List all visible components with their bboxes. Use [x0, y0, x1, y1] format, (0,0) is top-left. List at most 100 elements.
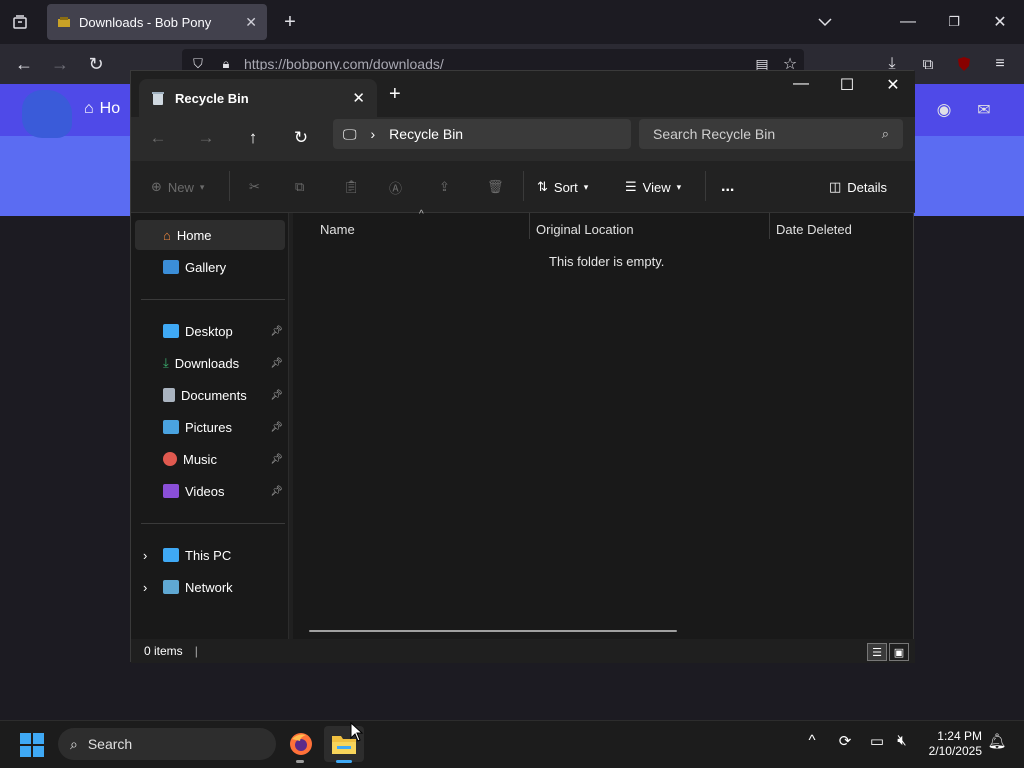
copy-icon[interactable]: ⧉	[295, 175, 304, 199]
details-view-icon[interactable]: ☰	[867, 643, 887, 661]
nav-item-downloads[interactable]: ⤓ Downloads 📌︎	[135, 348, 285, 378]
computer-icon	[163, 548, 179, 562]
nav-item-gallery[interactable]: Gallery	[135, 252, 285, 282]
new-button[interactable]: ⊕ New ▾	[151, 175, 204, 199]
minimize-icon[interactable]: —	[781, 75, 821, 93]
sync-icon[interactable]: ⟳	[833, 732, 857, 750]
windows-start-icon[interactable]	[20, 733, 44, 757]
chevron-up-icon[interactable]: ^	[800, 732, 824, 749]
plus-circle-icon: ⊕	[151, 179, 162, 194]
site-nav-home-label: Ho	[99, 100, 121, 117]
details-button[interactable]: ◫ Details	[829, 175, 887, 199]
nav-item-documents[interactable]: Documents 📌︎	[135, 380, 285, 410]
explorer-tab-recycle-bin[interactable]: Recycle Bin ✕	[139, 79, 377, 117]
ublock-icon[interactable]	[950, 50, 978, 78]
back-arrow-icon[interactable]: ←	[10, 50, 38, 78]
close-tab-icon[interactable]: ✕	[245, 14, 257, 31]
pin-icon[interactable]: 📌︎	[270, 390, 283, 401]
nav-item-label: This PC	[185, 547, 232, 563]
status-divider: |	[194, 644, 198, 658]
site-favicon-icon	[58, 17, 70, 27]
search-icon: ⌕	[70, 735, 78, 752]
minimize-browser-icon[interactable]: —	[894, 8, 922, 36]
details-pane-icon: ◫	[829, 179, 842, 194]
close-window-icon[interactable]: ✕	[873, 75, 913, 95]
rename-icon[interactable]: Ⓐ	[389, 175, 402, 199]
horizontal-scrollbar[interactable]	[309, 630, 677, 632]
mail-icon[interactable]: ✉	[970, 96, 998, 124]
network-icon	[163, 580, 179, 594]
search-input[interactable]: Search Recycle Bin ⌕	[639, 119, 903, 149]
sort-button-label: Sort	[553, 179, 578, 195]
column-header-label: Name	[320, 221, 355, 237]
browser-tab-downloads[interactable]: Downloads - Bob Pony ✕	[47, 4, 267, 40]
maximize-icon[interactable]: ☐	[827, 75, 867, 95]
up-arrow-icon[interactable]: ↑	[238, 123, 268, 153]
pin-icon[interactable]: 📌︎	[270, 422, 283, 433]
nav-item-network[interactable]: › Network	[135, 572, 285, 602]
pin-icon[interactable]: 📌︎	[270, 358, 283, 369]
restore-browser-icon[interactable]: ❐	[940, 8, 968, 36]
column-header-date-deleted[interactable]: Date Deleted	[776, 217, 852, 241]
large-icons-view-icon[interactable]: ▣	[889, 643, 909, 661]
new-button-label: New	[167, 179, 194, 195]
column-header-name[interactable]: Name	[320, 217, 355, 241]
music-icon	[163, 452, 177, 466]
site-nav-home[interactable]: ⌂ Ho	[84, 100, 120, 118]
home-icon: ⌂	[163, 227, 171, 243]
download-icon: ⤓	[163, 355, 169, 370]
address-field[interactable]: 🖵︎ › Recycle Bin	[333, 119, 631, 149]
extensions-icon[interactable]: ⧉	[914, 50, 942, 78]
column-header-original-location[interactable]: Original Location	[536, 217, 634, 241]
firefox-app[interactable]	[281, 726, 321, 762]
forward-arrow-icon[interactable]: →	[191, 123, 221, 153]
more-options-button[interactable]: ...	[721, 175, 734, 199]
github-icon[interactable]: ◉	[930, 96, 958, 124]
refresh-icon[interactable]: ↻	[286, 123, 316, 153]
pin-icon[interactable]: 📌︎	[270, 486, 283, 497]
paste-icon[interactable]: 📋︎	[343, 175, 360, 199]
delete-icon[interactable]: 🗑︎	[487, 175, 504, 199]
view-button[interactable]: ☰ View ▾	[625, 175, 681, 199]
chevron-right-icon[interactable]: ›	[143, 548, 147, 563]
nav-item-pictures[interactable]: Pictures 📌︎	[135, 412, 285, 442]
pin-icon[interactable]: 📌︎	[270, 454, 283, 465]
back-arrow-icon[interactable]: ←	[143, 123, 173, 153]
notification-bell-icon[interactable]: 🔔︎	[985, 732, 1009, 750]
site-logo[interactable]	[22, 90, 72, 138]
forward-arrow-icon[interactable]: →	[46, 50, 74, 78]
hamburger-menu-icon[interactable]: ≡	[986, 50, 1014, 78]
new-tab-icon[interactable]: +	[276, 8, 304, 36]
document-icon	[163, 388, 175, 402]
pin-icon[interactable]: 📌︎	[270, 326, 283, 337]
monitor-icon: 🖵︎	[343, 125, 357, 142]
nav-item-home[interactable]: ⌂ Home	[135, 220, 285, 250]
reload-icon[interactable]: ↻	[82, 50, 110, 78]
toolbar-divider	[229, 171, 230, 201]
chevron-down-icon[interactable]	[811, 8, 839, 36]
column-divider[interactable]	[529, 213, 530, 239]
display-icon[interactable]: ▭	[865, 732, 889, 750]
nav-item-this-pc[interactable]: › This PC	[135, 540, 285, 570]
system-clock[interactable]: 1:24 PM 2/10/2025	[918, 729, 982, 759]
explorer-tab-title: Recycle Bin	[175, 90, 249, 106]
nav-item-music[interactable]: Music 📌︎	[135, 444, 285, 474]
close-tab-icon[interactable]: ✕	[352, 89, 365, 107]
mouse-cursor-icon	[350, 721, 364, 747]
volume-muted-icon[interactable]: 🔇︎	[890, 732, 914, 749]
nav-item-label: Gallery	[185, 259, 227, 275]
pane-splitter[interactable]	[289, 213, 293, 639]
nav-divider	[141, 299, 285, 300]
chevron-right-icon[interactable]: ›	[143, 580, 147, 595]
share-icon[interactable]: ⇪	[439, 175, 450, 199]
cut-icon[interactable]: ✂	[249, 175, 260, 199]
close-browser-icon[interactable]: ✕	[986, 8, 1014, 36]
sort-button[interactable]: ⇅ Sort ▾	[537, 175, 588, 199]
taskbar-search[interactable]: ⌕ Search	[58, 728, 276, 760]
new-tab-icon[interactable]: +	[389, 83, 401, 106]
picture-icon	[163, 420, 179, 434]
tab-overview-icon[interactable]	[6, 8, 34, 36]
column-divider[interactable]	[769, 213, 770, 239]
nav-item-desktop[interactable]: Desktop 📌︎	[135, 316, 285, 346]
nav-item-videos[interactable]: Videos 📌︎	[135, 476, 285, 506]
